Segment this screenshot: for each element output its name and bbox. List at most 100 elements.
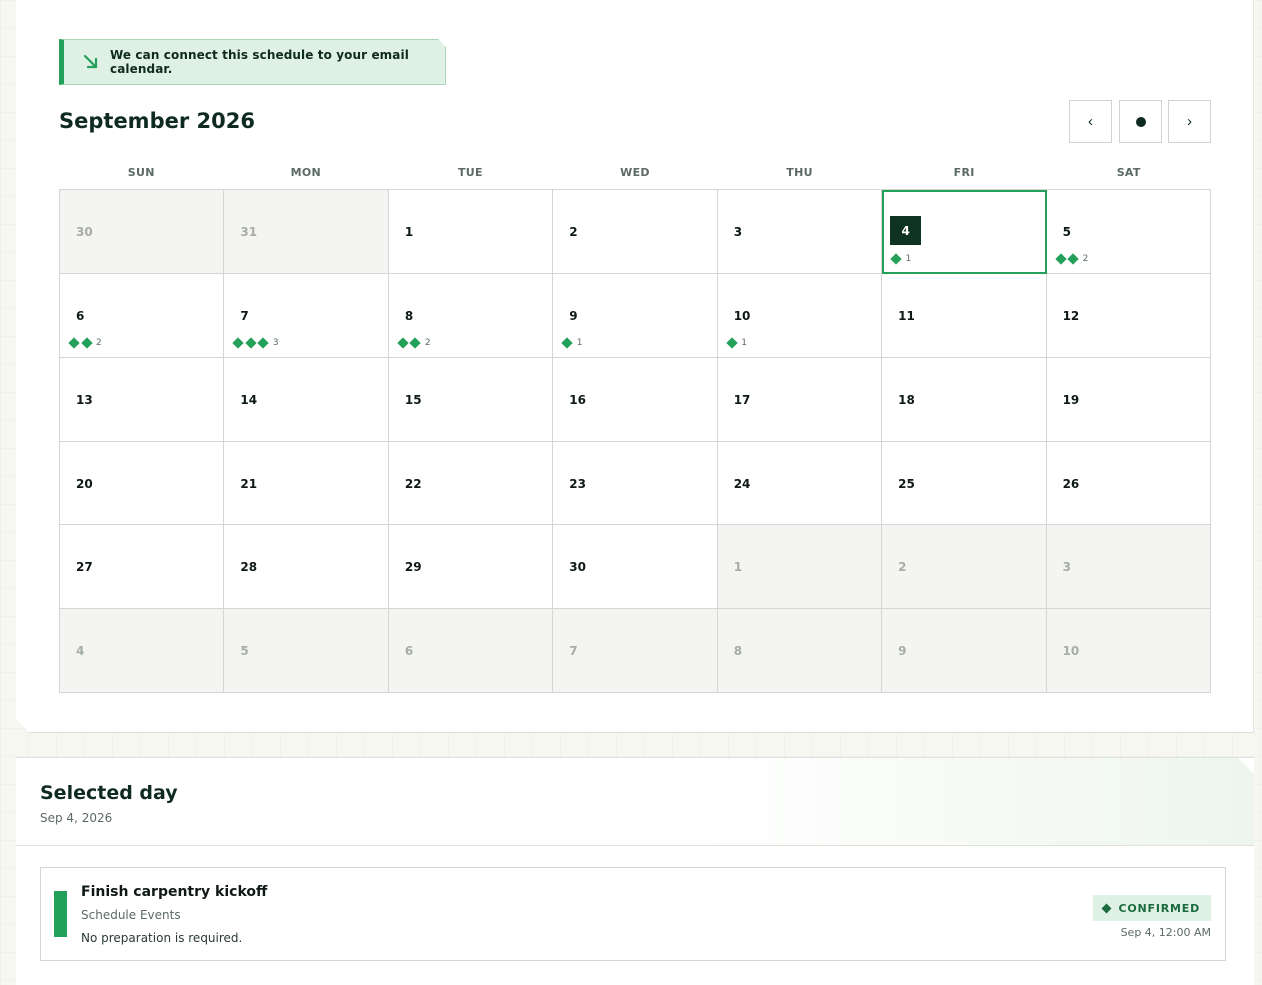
day-cell[interactable]: 12 bbox=[1046, 273, 1211, 358]
day-cell[interactable]: 22 bbox=[388, 441, 554, 526]
day-cell[interactable]: 10 bbox=[1046, 609, 1211, 693]
day-cell[interactable]: 23 bbox=[553, 441, 718, 526]
event-markers: 1 bbox=[890, 253, 911, 265]
day-cell[interactable]: 30 bbox=[553, 525, 718, 610]
day-cell[interactable]: 5 bbox=[224, 609, 389, 693]
chevron-left-icon: ‹ bbox=[1088, 113, 1093, 130]
day-number: 15 bbox=[404, 392, 422, 407]
event-markers: 2 bbox=[1054, 253, 1088, 265]
day-cell[interactable]: 27 bbox=[60, 525, 225, 610]
day-number: 18 bbox=[898, 392, 915, 407]
day-cell[interactable]: 26 bbox=[1046, 441, 1211, 526]
day-number: 6 bbox=[76, 308, 85, 323]
day-cell[interactable]: 1 bbox=[388, 190, 554, 274]
day-number: 21 bbox=[240, 476, 258, 491]
day-cell[interactable]: 2 bbox=[882, 525, 1047, 610]
day-number: 3 bbox=[733, 225, 743, 239]
day-number: 2 bbox=[569, 225, 578, 239]
event-diamond-icon bbox=[68, 337, 80, 349]
day-cell[interactable]: 18 bbox=[882, 357, 1047, 442]
day-cell[interactable]: 4 bbox=[60, 609, 225, 693]
weekday-header: SUN MON TUE WED THU FRI SAT bbox=[59, 166, 1211, 182]
day-number: 9 bbox=[569, 308, 578, 323]
event-markers: 1 bbox=[561, 337, 583, 349]
day-number: 23 bbox=[569, 476, 586, 491]
day-cell[interactable]: 8 bbox=[717, 609, 883, 693]
day-cell[interactable]: 6 bbox=[388, 609, 554, 693]
prev-month-button[interactable]: ‹ bbox=[1069, 100, 1112, 143]
day-cell[interactable]: 21 bbox=[224, 441, 389, 526]
day-cell[interactable]: 52 bbox=[1046, 190, 1211, 274]
weekday-sat: SAT bbox=[1116, 166, 1141, 179]
day-cell[interactable]: 20 bbox=[60, 441, 225, 526]
next-month-button[interactable]: › bbox=[1168, 100, 1211, 143]
event-card[interactable]: Finish carpentry kickoff Schedule Events… bbox=[40, 867, 1226, 961]
today-button[interactable] bbox=[1119, 100, 1162, 143]
day-number: 13 bbox=[76, 392, 93, 407]
day-cell[interactable]: 1 bbox=[717, 525, 883, 610]
status-label: CONFIRMED bbox=[1118, 901, 1200, 915]
day-cell[interactable]: 17 bbox=[717, 357, 883, 442]
dot-icon bbox=[1135, 116, 1146, 127]
event-markers: 2 bbox=[68, 337, 102, 349]
day-number: 31 bbox=[240, 225, 258, 239]
event-diamond-icon bbox=[726, 337, 738, 349]
day-cell[interactable]: 73 bbox=[224, 273, 389, 358]
day-cell[interactable]: 91 bbox=[553, 273, 718, 358]
day-cell[interactable]: 28 bbox=[224, 525, 389, 610]
day-number: 25 bbox=[898, 476, 915, 491]
day-number: 17 bbox=[733, 392, 751, 407]
day-cell[interactable]: 9 bbox=[882, 609, 1047, 693]
day-number: 24 bbox=[733, 476, 751, 491]
month-title: September 2026 bbox=[59, 109, 255, 133]
day-cell[interactable]: 41 bbox=[882, 190, 1047, 274]
event-diamond-icon bbox=[409, 337, 422, 349]
day-cell[interactable]: 30 bbox=[60, 190, 225, 274]
notice-text: We can connect this schedule to your ema… bbox=[110, 48, 409, 76]
day-number: 3 bbox=[1062, 560, 1071, 575]
day-cell[interactable]: 2 bbox=[553, 190, 718, 274]
calendar-connect-notice[interactable]: We can connect this schedule to your ema… bbox=[59, 39, 446, 85]
day-cell[interactable]: 14 bbox=[224, 357, 389, 442]
day-cell[interactable]: 25 bbox=[882, 441, 1047, 526]
event-note: No preparation is required. bbox=[81, 931, 243, 945]
event-diamond-icon bbox=[1054, 253, 1067, 265]
day-number: 30 bbox=[76, 225, 93, 239]
event-color-bar bbox=[54, 891, 67, 937]
day-cell[interactable]: 3 bbox=[717, 190, 883, 274]
weekday-tue: TUE bbox=[457, 166, 483, 179]
day-number: 1 bbox=[733, 560, 743, 575]
day-cell[interactable]: 82 bbox=[388, 273, 554, 358]
day-cell[interactable]: 24 bbox=[717, 441, 883, 526]
day-number: 26 bbox=[1062, 476, 1080, 491]
day-number: 7 bbox=[569, 644, 578, 659]
day-cell[interactable]: 10 1 bbox=[717, 273, 883, 358]
event-diamond-icon bbox=[80, 337, 93, 349]
day-cell[interactable]: 11 bbox=[882, 273, 1047, 358]
day-number: 8 bbox=[733, 644, 743, 659]
day-number: 27 bbox=[76, 560, 93, 575]
day-number: 10 bbox=[733, 308, 751, 323]
day-cell[interactable]: 19 bbox=[1046, 357, 1211, 442]
day-number: 14 bbox=[240, 392, 258, 407]
event-count: 2 bbox=[96, 337, 102, 348]
day-cell[interactable]: 7 bbox=[553, 609, 718, 693]
day-number: 1 bbox=[404, 225, 414, 239]
event-diamond-icon bbox=[245, 337, 257, 349]
day-number: 29 bbox=[404, 560, 422, 575]
calendar-grid: 30 31 1 2 3 4 1 5 2 6 2 7 3 8 2 9 1 10 1 11 12 13 14 15 16 17 18 19… bbox=[59, 189, 1211, 693]
event-diamond-icon bbox=[232, 337, 245, 349]
selected-day-panel: Selected day Sep 4, 2026 Finish carpentr… bbox=[16, 757, 1254, 985]
day-cell[interactable]: 29 bbox=[388, 525, 554, 610]
day-number: 28 bbox=[240, 560, 258, 575]
day-number: 16 bbox=[569, 392, 586, 407]
day-cell[interactable]: 16 bbox=[553, 357, 718, 442]
day-cell[interactable]: 15 bbox=[388, 357, 554, 442]
event-diamond-icon bbox=[561, 337, 573, 349]
day-cell[interactable]: 31 bbox=[224, 190, 389, 274]
day-cell[interactable]: 3 bbox=[1046, 525, 1211, 610]
day-number: 9 bbox=[898, 644, 907, 659]
day-number: 5 bbox=[240, 644, 249, 659]
day-cell[interactable]: 62 bbox=[60, 273, 225, 358]
day-cell[interactable]: 13 bbox=[60, 357, 225, 442]
